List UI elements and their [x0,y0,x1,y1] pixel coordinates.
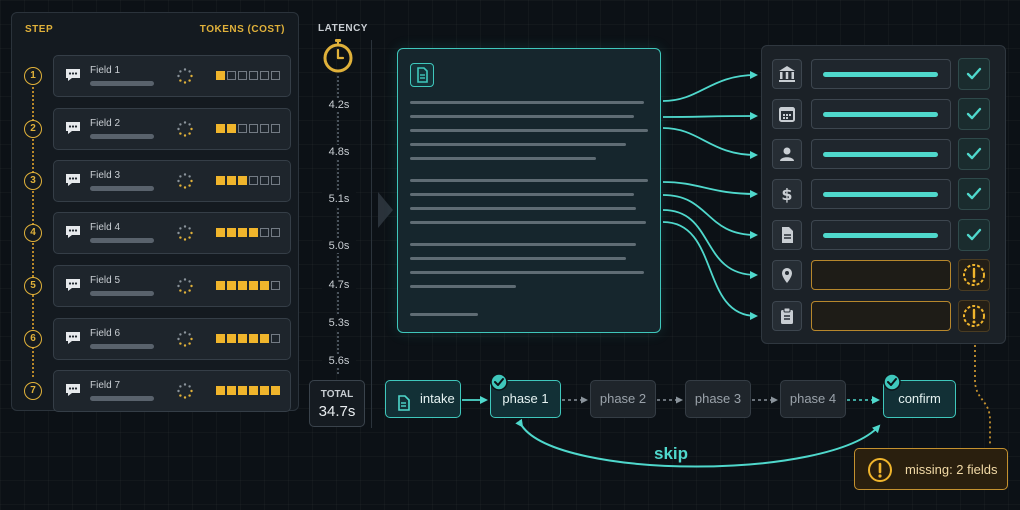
intake-label: intake [420,391,455,406]
field-value-filled[interactable] [811,59,951,89]
missing-fields-text: missing: 2 fields [905,462,998,477]
document-icon [772,220,802,250]
phase-3-label: phase 3 [694,391,742,406]
dollar-icon: $ [772,179,802,209]
confirm-label: confirm [898,391,941,406]
warning-icon [958,300,990,332]
field-value-filled[interactable] [811,220,951,250]
field-value-filled[interactable] [811,99,951,129]
check-badge-icon [883,373,901,396]
clipboard-icon [772,301,802,331]
check-icon [958,58,990,90]
phase-2-label: phase 2 [599,391,647,406]
missing-fields-badge[interactable]: missing: 2 fields [854,448,1008,490]
svg-text:$: $ [781,185,792,204]
phase-2-node[interactable]: phase 2 [590,380,656,418]
phase-4-node[interactable]: phase 4 [780,380,846,418]
field-value-filled[interactable] [811,179,951,209]
check-icon [958,178,990,210]
bank-icon [772,59,802,89]
phase-1-label: phase 1 [502,391,549,406]
check-badge-icon [490,373,508,396]
location-pin-icon [772,260,802,290]
check-icon [958,219,990,251]
skip-label: skip [654,444,689,463]
field-value-missing[interactable] [811,301,951,331]
document-icon [395,390,413,426]
field-value-filled[interactable] [811,139,951,169]
extracted-fields-panel: $ [761,45,1006,344]
intake-node[interactable]: intake [385,380,461,418]
warning-icon [958,259,990,291]
calendar-icon [772,99,802,129]
field-value-missing[interactable] [811,260,951,290]
check-icon [958,138,990,170]
person-icon [772,139,802,169]
phase-3-node[interactable]: phase 3 [685,380,751,418]
check-icon [958,98,990,130]
phase-4-label: phase 4 [789,391,837,406]
warning-icon [867,457,893,488]
